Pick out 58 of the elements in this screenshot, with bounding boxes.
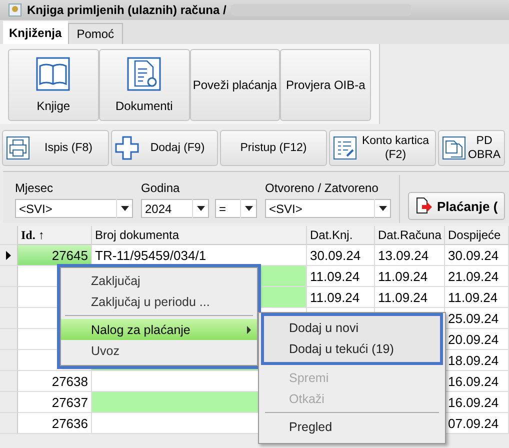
filter-label: Otvoreno / Zatvoreno <box>265 181 380 196</box>
menu-item: Otkaži <box>288 390 326 408</box>
filter-label: Godina <box>141 181 181 196</box>
menu-item[interactable]: Zaključaj u periodu ... <box>61 291 257 312</box>
menu-item[interactable]: Pregled <box>259 416 445 437</box>
toolbar-button[interactable]: Pristup (F12) <box>220 130 327 166</box>
dropdown[interactable]: <SVI> <box>15 199 133 218</box>
caret-icon <box>196 206 204 211</box>
toolbar-button[interactable]: Ispis (F8) <box>2 130 109 166</box>
toolbar-button[interactable]: Dodaj (F9) <box>111 130 218 166</box>
book-icon <box>36 57 70 91</box>
menu-item[interactable]: Nalog za plaćanje <box>61 319 257 340</box>
column-header[interactable]: Dat.Računa <box>375 226 445 245</box>
ribbon-button[interactable]: Dokumenti <box>98 49 190 121</box>
current-row-icon <box>6 250 11 260</box>
pages-icon <box>442 136 466 160</box>
menu-item[interactable]: Uvoz <box>61 340 257 361</box>
toolbar-button[interactable]: PD OBRA <box>438 130 505 166</box>
table-cell: 11.09.24 <box>375 287 445 308</box>
plus-icon <box>115 136 139 160</box>
table-cell: 13.09.24 <box>375 245 445 266</box>
table-cell: 30.09.24 <box>445 245 509 266</box>
app-icon <box>8 3 22 17</box>
table-cell: 11.09.24 <box>375 266 445 287</box>
printer-icon <box>6 136 30 160</box>
ribbon-button[interactable]: Provjera OIB-a <box>280 49 371 121</box>
tab[interactable]: Knjiženja <box>3 21 68 44</box>
menu-item[interactable]: Dodaj u novi <box>263 317 441 338</box>
document-arrow-icon <box>415 197 433 215</box>
list-icon <box>333 136 357 160</box>
table-cell: 27636 <box>18 413 92 434</box>
window-title: Knjiga primljenih (ulaznih) računa / <box>27 3 226 17</box>
table-cell: 21.09.24 <box>445 266 509 287</box>
filter-label: Mjesec <box>15 181 54 196</box>
ribbon-button[interactable]: Poveži plaćanja <box>190 49 280 121</box>
menu-item: Spremi <box>288 370 330 387</box>
ribbon-button[interactable]: Knjige <box>8 49 99 121</box>
caret-icon <box>120 206 128 211</box>
column-header[interactable]: Broj dokumenta <box>92 226 307 245</box>
table-cell: 30.09.24 <box>307 245 375 266</box>
caret-icon <box>378 206 386 211</box>
toolbar-button[interactable]: Konto kartica (F2) <box>329 130 436 166</box>
table-cell: 11.09.24 <box>445 287 509 308</box>
table-cell: 27645 <box>18 245 92 266</box>
menu-item[interactable]: Zaključaj <box>61 270 257 291</box>
payment-button[interactable]: Plaćanje ( <box>408 192 505 220</box>
table-cell: 27638 <box>18 371 92 392</box>
column-header[interactable]: Dat.Knj. <box>307 226 375 245</box>
document-gear-icon <box>127 57 162 91</box>
menu-item[interactable]: Dodaj u tekući (19) <box>263 338 441 359</box>
table-cell: 11.09.24 <box>307 266 375 287</box>
caret-icon <box>244 206 252 211</box>
tab[interactable]: Pomoć <box>68 23 124 44</box>
dropdown[interactable]: 2024 <box>141 199 209 218</box>
table-cell: 11.09.24 <box>307 287 375 308</box>
column-header[interactable]: Dospijeće <box>445 226 509 245</box>
dropdown[interactable]: = <box>215 199 257 218</box>
dropdown[interactable]: <SVI> <box>265 199 391 218</box>
